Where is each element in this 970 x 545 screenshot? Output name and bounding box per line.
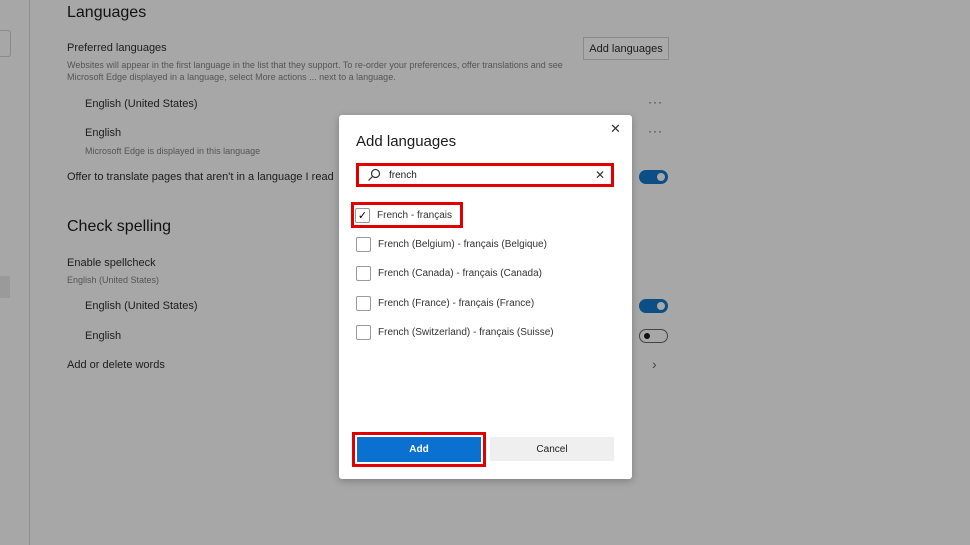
checkbox[interactable] <box>356 265 371 281</box>
search-icon <box>368 168 381 181</box>
checkbox-checked[interactable]: ✓ <box>355 207 370 223</box>
sidebar-search-box[interactable] <box>0 30 11 57</box>
option-french[interactable]: ✓ French - français <box>351 202 464 228</box>
check-spelling-heading: Check spelling <box>67 218 172 235</box>
chevron-right-icon[interactable]: › <box>652 356 657 372</box>
search-value: french <box>389 169 417 181</box>
spell-language: English <box>85 330 122 342</box>
add-languages-button[interactable]: Add languages <box>583 37 669 60</box>
add-button[interactable]: Add <box>357 437 481 462</box>
option-french-switzerland[interactable]: French (Switzerland) - français (Suisse) <box>356 322 554 342</box>
cancel-button[interactable]: Cancel <box>490 437 614 461</box>
dialog-title: Add languages <box>356 133 457 150</box>
language-note: Microsoft Edge is displayed in this lang… <box>85 146 261 156</box>
checkbox[interactable] <box>356 324 371 340</box>
add-button-highlight: Add <box>352 432 486 467</box>
option-label: French (Canada) - français (Canada) <box>378 267 542 279</box>
add-delete-words-link[interactable]: Add or delete words <box>67 359 165 371</box>
option-label: French - français <box>377 209 453 221</box>
spellcheck-label: Enable spellcheck <box>67 257 156 269</box>
option-label: French (Belgium) - français (Belgique) <box>378 238 547 250</box>
option-french-belgium[interactable]: French (Belgium) - français (Belgique) <box>356 234 547 254</box>
checkbox[interactable] <box>356 236 371 252</box>
clear-search-icon[interactable]: ✕ <box>595 168 605 182</box>
spell-toggle-en[interactable] <box>639 329 668 343</box>
close-icon[interactable]: ✕ <box>610 121 621 137</box>
more-actions-icon[interactable]: ··· <box>648 124 663 138</box>
desc-line: Websites will appear in the first langua… <box>67 60 563 70</box>
preferred-languages-label: Preferred languages <box>67 42 167 54</box>
languages-heading: Languages <box>67 4 147 21</box>
preferred-desc: Websites will appear in the first langua… <box>67 59 563 83</box>
add-languages-dialog: Add languages ✕ french ✕ ✓ French - franç… <box>339 115 632 479</box>
translate-toggle[interactable] <box>639 170 668 184</box>
more-actions-icon[interactable]: ··· <box>648 95 663 109</box>
spell-language: English (United States) <box>85 300 198 312</box>
desc-line: Microsoft Edge displayed in a language, … <box>67 72 396 82</box>
option-french-france[interactable]: French (France) - français (France) <box>356 293 534 313</box>
option-french-canada[interactable]: French (Canada) - français (Canada) <box>356 263 542 283</box>
sidebar <box>0 0 30 545</box>
search-input[interactable]: french ✕ <box>356 163 614 187</box>
sidebar-item-selected[interactable] <box>0 276 10 298</box>
language-item: English <box>85 127 122 139</box>
translate-label: Offer to translate pages that aren't in … <box>67 171 334 183</box>
option-label: French (Switzerland) - français (Suisse) <box>378 326 554 338</box>
option-label: French (France) - français (France) <box>378 297 535 309</box>
checkbox[interactable] <box>356 295 371 311</box>
spell-toggle-en-us[interactable] <box>639 299 668 313</box>
spellcheck-sub: English (United States) <box>67 275 160 285</box>
language-item: English (United States) <box>85 98 198 110</box>
